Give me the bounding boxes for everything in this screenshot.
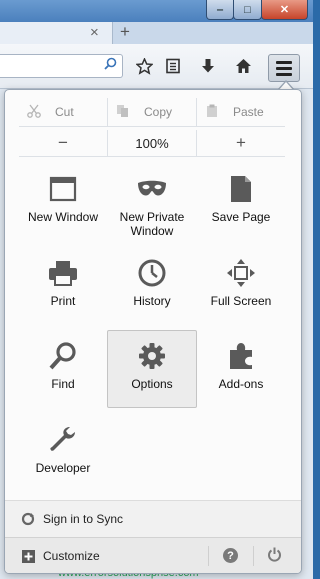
history-button[interactable]: History bbox=[108, 248, 196, 324]
fullscreen-icon bbox=[226, 258, 256, 288]
new-private-window-label: New Private Window bbox=[119, 210, 185, 238]
customize-button[interactable]: Customize bbox=[43, 549, 100, 563]
new-window-icon bbox=[48, 174, 78, 204]
customize-icon[interactable] bbox=[21, 549, 35, 563]
quit-power-icon[interactable] bbox=[267, 547, 282, 566]
save-page-label: Save Page bbox=[211, 210, 271, 224]
options-label: Options bbox=[131, 377, 173, 391]
tab-close-icon[interactable]: × bbox=[90, 24, 99, 41]
clock-icon bbox=[137, 258, 167, 288]
scissors-icon bbox=[27, 104, 41, 121]
copy-button[interactable]: Copy bbox=[108, 98, 197, 126]
help-icon[interactable]: ? bbox=[223, 548, 238, 563]
print-button[interactable]: Print bbox=[19, 248, 107, 324]
history-label: History bbox=[133, 294, 171, 308]
magnifier-icon bbox=[48, 341, 78, 371]
copy-label: Copy bbox=[144, 105, 173, 119]
developer-button[interactable]: Developer bbox=[19, 415, 107, 491]
search-box[interactable] bbox=[0, 54, 123, 78]
new-tab-button[interactable]: + bbox=[120, 22, 130, 42]
sync-label: Sign in to Sync bbox=[43, 512, 124, 526]
hamburger-icon bbox=[276, 60, 292, 64]
menu-footer: Customize ? bbox=[5, 537, 301, 573]
new-private-window-button[interactable]: New Private Window bbox=[108, 164, 196, 240]
find-label: Find bbox=[51, 377, 75, 391]
full-screen-button[interactable]: Full Screen bbox=[197, 248, 285, 324]
menu-panel: Cut Copy Paste − 100% + New Window New P… bbox=[4, 89, 302, 574]
find-button[interactable]: Find bbox=[19, 331, 107, 407]
maximize-button[interactable]: □ bbox=[233, 0, 262, 20]
open-menu-button[interactable] bbox=[268, 54, 300, 82]
bookmarks-list-icon[interactable] bbox=[162, 55, 184, 77]
sync-icon bbox=[21, 512, 35, 526]
edit-controls: Cut Copy Paste bbox=[19, 98, 285, 127]
bookmark-star-icon[interactable] bbox=[133, 55, 155, 77]
downloads-arrow-icon[interactable] bbox=[197, 55, 219, 77]
browser-tab[interactable]: × bbox=[0, 22, 113, 44]
minimize-button[interactable]: ‒ bbox=[206, 0, 234, 20]
paste-label: Paste bbox=[233, 105, 264, 119]
cut-label: Cut bbox=[55, 105, 74, 119]
zoom-reset-button[interactable]: 100% bbox=[108, 130, 197, 156]
paste-button[interactable]: Paste bbox=[197, 98, 285, 126]
new-window-button[interactable]: New Window bbox=[19, 164, 107, 240]
save-page-button[interactable]: Save Page bbox=[197, 164, 285, 240]
zoom-controls: − 100% + bbox=[19, 130, 285, 157]
zoom-in-button[interactable]: + bbox=[197, 130, 285, 156]
add-ons-label: Add-ons bbox=[218, 377, 264, 391]
zoom-out-button[interactable]: − bbox=[19, 130, 108, 156]
full-screen-label: Full Screen bbox=[210, 294, 272, 308]
developer-label: Developer bbox=[35, 461, 91, 475]
home-icon[interactable] bbox=[232, 55, 254, 77]
copy-icon bbox=[116, 104, 130, 121]
sign-in-to-sync-button[interactable]: Sign in to Sync bbox=[5, 500, 301, 537]
footer-divider bbox=[253, 546, 254, 566]
search-icon[interactable] bbox=[104, 57, 117, 73]
gear-icon bbox=[137, 341, 167, 371]
print-label: Print bbox=[50, 294, 76, 308]
footer-divider bbox=[208, 546, 209, 566]
new-window-label: New Window bbox=[27, 210, 99, 224]
wrench-icon bbox=[48, 425, 78, 455]
puzzle-icon bbox=[226, 341, 256, 371]
printer-icon bbox=[48, 258, 78, 288]
private-mask-icon bbox=[137, 174, 167, 204]
paste-icon bbox=[205, 104, 219, 121]
save-page-icon bbox=[226, 174, 256, 204]
cut-button[interactable]: Cut bbox=[19, 98, 108, 126]
options-button[interactable]: Options bbox=[107, 330, 197, 408]
tab-strip: × + bbox=[0, 22, 313, 44]
close-window-button[interactable]: ✕ bbox=[261, 0, 308, 20]
add-ons-button[interactable]: Add-ons bbox=[197, 331, 285, 407]
navigation-toolbar bbox=[0, 44, 313, 89]
